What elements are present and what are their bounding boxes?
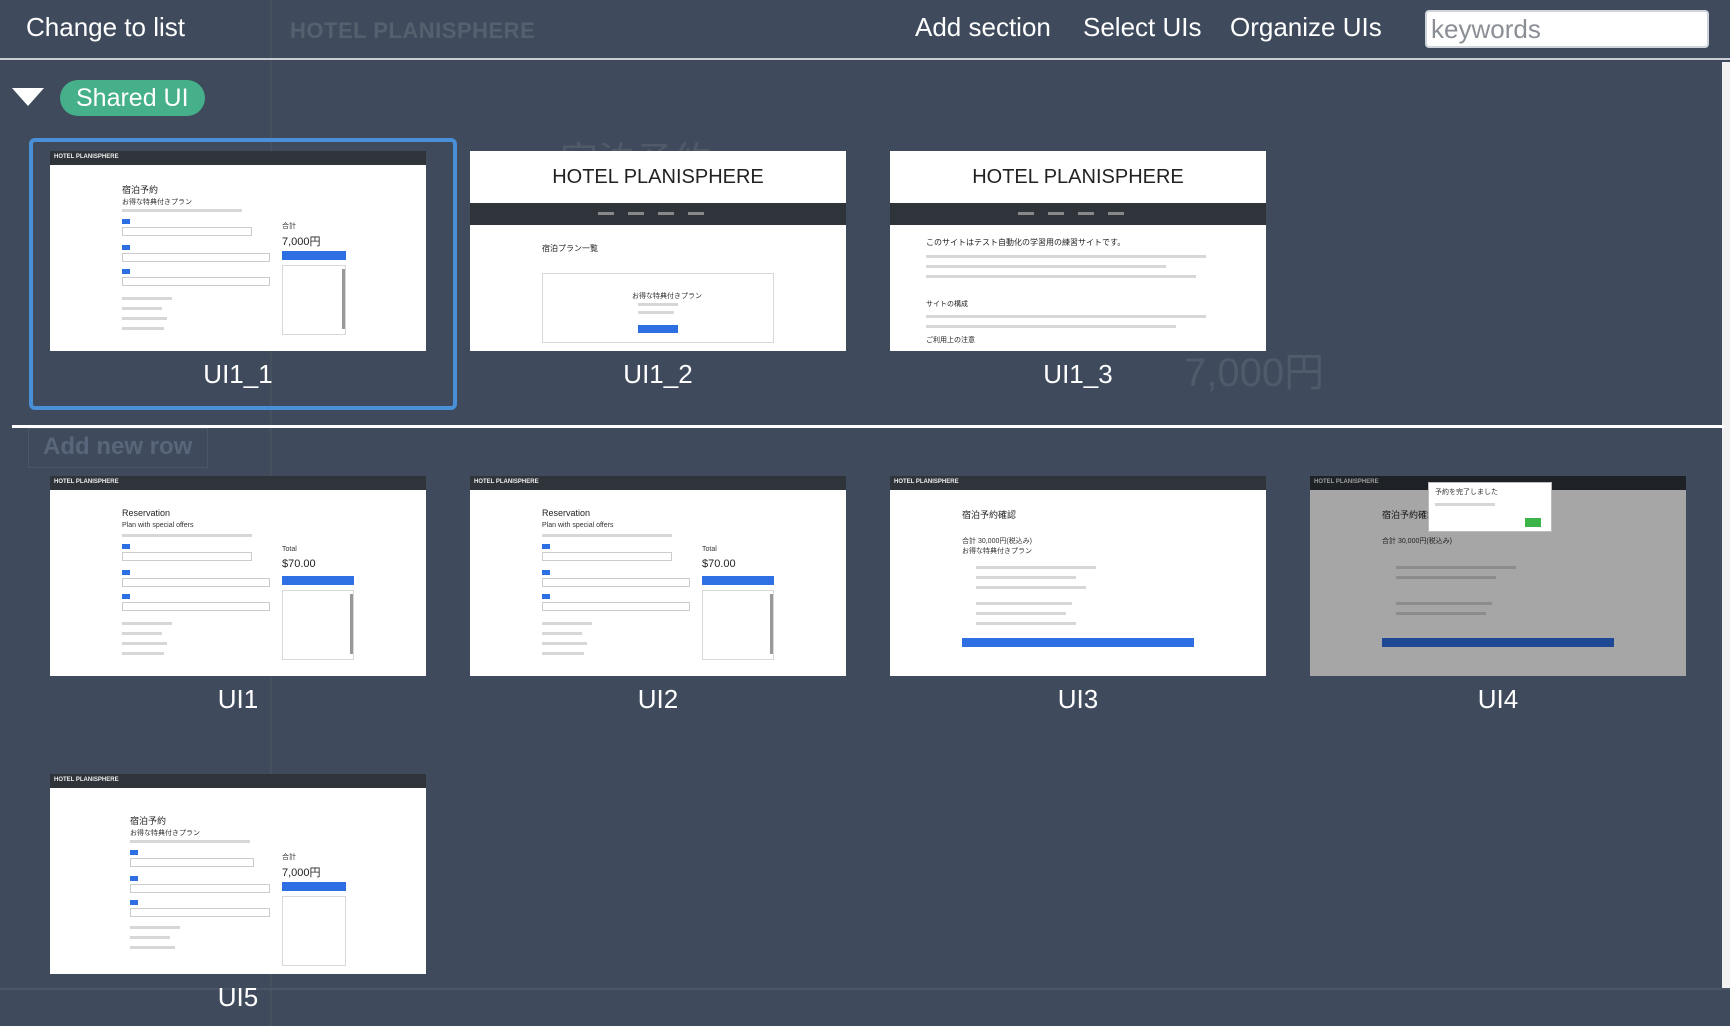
thumbnail: HOTEL PLANISPHERE 宿泊予約 お得な特典付きプラン 合計 7,0… [50,774,426,974]
ui-card-ui2[interactable]: HOTEL PLANISPHERE Reservation Plan with … [470,476,846,715]
section-divider [12,425,1724,428]
ui-card-ui3[interactable]: HOTEL PLANISPHERE 宿泊予約確認 合計 30,000円(税込み)… [890,476,1266,715]
add-new-row-button[interactable]: Add new row [28,428,208,468]
thumbnail: HOTEL PLANISPHERE このサイトはテスト自動化の学習用の練習サイト… [890,151,1266,351]
change-to-list-button[interactable]: Change to list [26,12,185,43]
card-label: UI5 [217,982,259,1012]
card-label: UI1_1 [203,359,273,389]
thumbnail: HOTEL PLANISPHERE 宿泊予約 お得な特典付きプラン 合計 7,0… [50,151,426,351]
collapse-chevron-icon[interactable] [12,88,44,106]
thumbnail-modal: 予約を完了しました [1428,482,1552,532]
scrollbar[interactable] [1722,62,1730,988]
section-label[interactable]: Shared UI [60,80,205,116]
card-label: UI1_3 [1043,359,1113,389]
toolbar: Change to list Add section Select UIs Or… [0,0,1730,60]
card-label: UI3 [1057,684,1099,714]
search-input[interactable] [1425,10,1709,48]
thumbnail: HOTEL PLANISPHERE Reservation Plan with … [470,476,846,676]
organize-uis-button[interactable]: Organize UIs [1230,12,1382,43]
thumbnail: HOTEL PLANISPHERE Reservation Plan with … [50,476,426,676]
ui-card-ui1-1[interactable]: HOTEL PLANISPHERE 宿泊予約 お得な特典付きプラン 合計 7,0… [29,138,457,410]
ui-card-ui5[interactable]: HOTEL PLANISPHERE 宿泊予約 お得な特典付きプラン 合計 7,0… [50,774,426,1013]
card-label: UI2 [637,684,679,714]
card-label: UI1_2 [623,359,693,389]
thumbnail: HOTEL PLANISPHERE 宿泊予約確認 合計 30,000円(税込み)… [890,476,1266,676]
thumbnail: HOTEL PLANISPHERE 宿泊プラン一覧 お得な特典付きプラン [470,151,846,351]
card-label: UI1 [217,684,259,714]
ui-card-ui1[interactable]: HOTEL PLANISPHERE Reservation Plan with … [50,476,426,715]
ui-card-ui1-2[interactable]: HOTEL PLANISPHERE 宿泊プラン一覧 お得な特典付きプラン UI1… [470,151,846,390]
thumbnail: HOTEL PLANISPHERE 宿泊予約確認 合計 30,000円(税込み)… [1310,476,1686,676]
select-uis-button[interactable]: Select UIs [1083,12,1202,43]
card-label: UI4 [1477,684,1519,714]
add-section-button[interactable]: Add section [915,12,1051,43]
ui-card-ui4[interactable]: HOTEL PLANISPHERE 宿泊予約確認 合計 30,000円(税込み)… [1310,476,1686,715]
ui-card-ui1-3[interactable]: HOTEL PLANISPHERE このサイトはテスト自動化の学習用の練習サイト… [890,151,1266,390]
